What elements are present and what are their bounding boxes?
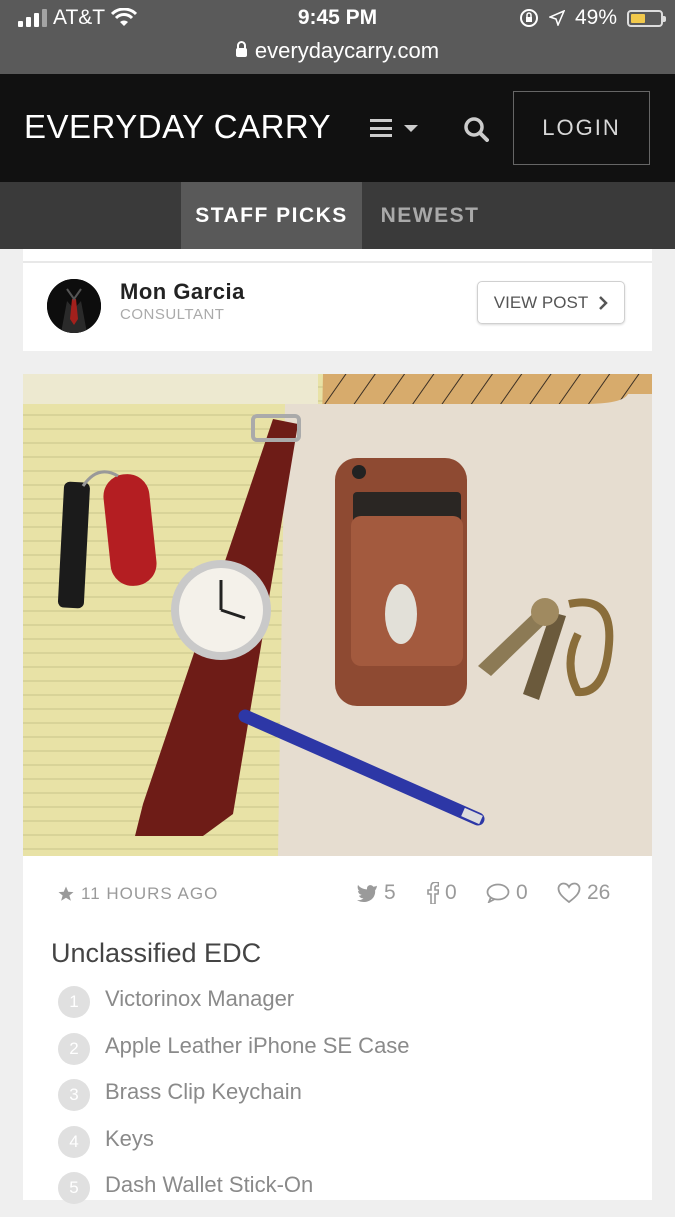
post-meta: 11 HOURS AGO 5 0 0 26 [23, 881, 652, 910]
rotation-lock-icon [519, 9, 538, 27]
post-card: 11 HOURS AGO 5 0 0 26 Unclassified EDC 1… [23, 856, 652, 1204]
status-bar: AT&T 9:45 PM 49% everydaycarry.com [0, 0, 675, 74]
post-time: 11 HOURS AGO [57, 884, 218, 904]
list-item[interactable]: 2 Apple Leather iPhone SE Case [58, 1031, 410, 1078]
item-label: Dash Wallet Stick-On [105, 1172, 314, 1197]
item-number: 3 [58, 1079, 90, 1111]
login-button[interactable]: LOGIN [513, 91, 650, 165]
item-label: Brass Clip Keychain [105, 1079, 302, 1104]
item-label: Victorinox Manager [105, 986, 295, 1011]
item-number: 1 [58, 986, 90, 1018]
item-number: 5 [58, 1172, 90, 1204]
twitter-icon [357, 884, 377, 902]
avatar-image [47, 279, 101, 333]
view-post-button[interactable]: VIEW POST [477, 281, 625, 324]
divider [23, 261, 652, 263]
chevron-down-icon [404, 124, 418, 132]
menu-button[interactable] [370, 114, 418, 142]
location-icon [548, 10, 565, 26]
list-item[interactable]: 5 Dash Wallet Stick-On [58, 1170, 410, 1217]
site-logo[interactable]: EVERYDAY CARRY [24, 108, 331, 146]
avatar[interactable] [47, 279, 101, 333]
heart-icon [557, 882, 581, 904]
search-icon[interactable] [463, 116, 489, 142]
like-count: 26 [587, 881, 611, 904]
list-item[interactable]: 1 Victorinox Manager [58, 984, 410, 1031]
tab-staff-picks[interactable]: STAFF PICKS [181, 182, 362, 249]
tab-newest[interactable]: NEWEST [362, 182, 498, 249]
author-card: Mon Garcia CONSULTANT VIEW POST [23, 249, 652, 351]
status-right: 49% [519, 6, 666, 30]
hamburger-icon [370, 119, 392, 137]
facebook-count: 0 [445, 881, 457, 904]
item-number: 4 [58, 1125, 90, 1158]
twitter-share[interactable]: 5 [356, 881, 396, 905]
author-role: CONSULTANT [120, 306, 225, 323]
battery-icon [627, 9, 666, 27]
comment-count: 0 [516, 881, 528, 904]
author-name[interactable]: Mon Garcia [120, 279, 245, 305]
battery-percent: 49% [574, 6, 617, 29]
list-item[interactable]: 4 Keys [58, 1124, 410, 1171]
lock-icon [235, 41, 247, 57]
edc-photo-image [23, 374, 652, 856]
facebook-icon [427, 882, 439, 904]
view-post-label: VIEW POST [493, 292, 589, 312]
address-bar[interactable]: everydaycarry.com [0, 38, 675, 64]
time-ago-label: 11 HOURS AGO [81, 884, 219, 903]
url-text: everydaycarry.com [254, 38, 440, 63]
carry-item-list: 1 Victorinox Manager 2 Apple Leather iPh… [58, 984, 410, 1217]
post-title[interactable]: Unclassified EDC [51, 938, 261, 969]
star-icon [58, 886, 74, 901]
chevron-right-icon [599, 295, 609, 310]
twitter-count: 5 [384, 881, 396, 904]
comments-link[interactable]: 0 [486, 881, 528, 905]
like-button[interactable]: 26 [557, 881, 610, 905]
post-photo[interactable] [23, 374, 652, 856]
list-item[interactable]: 3 Brass Clip Keychain [58, 1077, 410, 1124]
item-label: Apple Leather iPhone SE Case [105, 1032, 410, 1058]
facebook-share[interactable]: 0 [427, 881, 457, 905]
tab-bar: STAFF PICKS NEWEST [0, 182, 675, 249]
item-number: 2 [58, 1032, 90, 1065]
comment-icon [486, 883, 510, 903]
item-label: Keys [105, 1125, 154, 1151]
site-header: EVERYDAY CARRY LOGIN [0, 74, 675, 182]
